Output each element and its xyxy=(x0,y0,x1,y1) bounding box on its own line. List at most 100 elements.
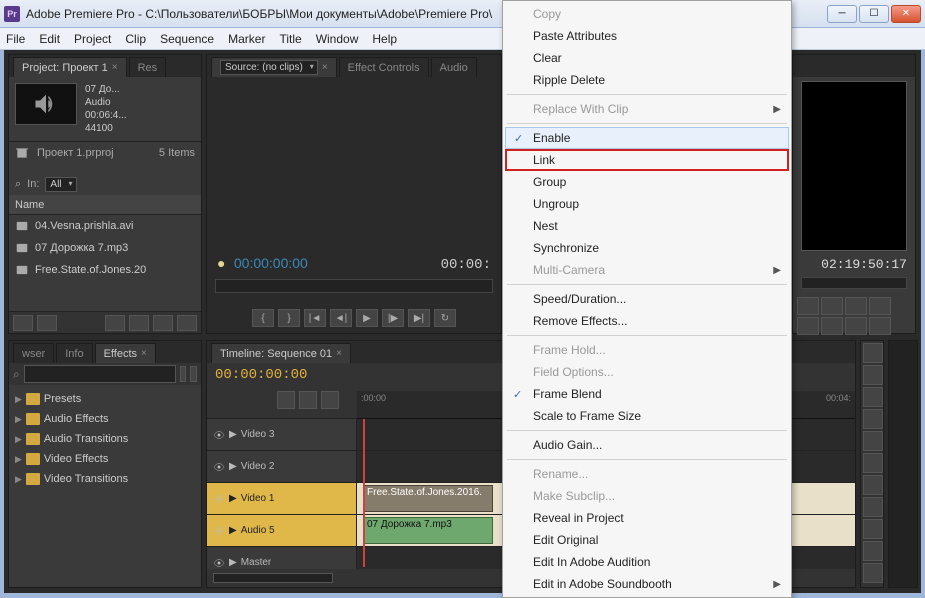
ctx-clear[interactable]: Clear xyxy=(505,47,789,69)
ctx-link[interactable]: Link xyxy=(505,149,789,171)
step-fwd-button[interactable]: |▶ xyxy=(382,309,404,327)
slip-tool[interactable] xyxy=(863,475,883,495)
find-button[interactable] xyxy=(105,315,125,331)
tab-info[interactable]: Info xyxy=(56,343,92,363)
menu-clip[interactable]: Clip xyxy=(125,32,146,46)
prog-btn[interactable] xyxy=(797,317,819,335)
close-button[interactable]: ✕ xyxy=(891,5,921,23)
track-header[interactable]: ▶Audio 5 xyxy=(207,515,357,546)
tab-project[interactable]: Project: Проект 1× xyxy=(13,57,127,77)
zoom-slider[interactable] xyxy=(213,573,333,583)
name-column-header[interactable]: Name xyxy=(9,195,201,215)
ctx-remove-effects-[interactable]: Remove Effects... xyxy=(505,310,789,332)
snap-button[interactable] xyxy=(277,391,295,409)
ctx-audio-gain-[interactable]: Audio Gain... xyxy=(505,434,789,456)
prog-btn[interactable] xyxy=(821,297,843,315)
minimize-button[interactable]: ─ xyxy=(827,5,857,23)
tab-timeline[interactable]: Timeline: Sequence 01× xyxy=(211,343,351,363)
tl-option-button[interactable] xyxy=(321,391,339,409)
ctx-paste-attributes[interactable]: Paste Attributes xyxy=(505,25,789,47)
prog-btn[interactable] xyxy=(869,297,891,315)
prog-btn[interactable] xyxy=(845,317,867,335)
close-icon[interactable]: × xyxy=(141,348,147,359)
ripple-tool[interactable] xyxy=(863,387,883,407)
menu-marker[interactable]: Marker xyxy=(228,32,265,46)
bin-item[interactable]: Free.State.of.Jones.20 xyxy=(9,259,201,281)
close-icon[interactable]: × xyxy=(322,62,328,73)
tab-effect-controls[interactable]: Effect Controls xyxy=(339,57,429,77)
rate-tool[interactable] xyxy=(863,431,883,451)
trash-button[interactable] xyxy=(177,315,197,331)
selection-tool[interactable] xyxy=(863,343,883,363)
goto-in-button[interactable]: |◄ xyxy=(304,309,326,327)
goto-out-button[interactable]: ▶| xyxy=(408,309,430,327)
fx-filter-button[interactable] xyxy=(180,366,187,382)
in-filter-select[interactable]: All xyxy=(45,177,76,192)
new-item-button[interactable] xyxy=(153,315,173,331)
effects-folder[interactable]: ▶Video Transitions xyxy=(11,469,199,489)
loop-button[interactable]: ↻ xyxy=(434,309,456,327)
track-header[interactable]: ▶Video 1 xyxy=(207,483,357,514)
timeline-timecode[interactable]: 00:00:00:00 xyxy=(215,367,307,383)
track-header[interactable]: ▶Video 2 xyxy=(207,451,357,482)
step-back-button[interactable]: ◄| xyxy=(330,309,352,327)
ctx-enable[interactable]: ✓Enable xyxy=(505,127,789,149)
ctx-nest[interactable]: Nest xyxy=(505,215,789,237)
razor-tool[interactable] xyxy=(863,453,883,473)
ctx-group[interactable]: Group xyxy=(505,171,789,193)
tab-resource[interactable]: Res xyxy=(129,57,167,77)
program-scrubber[interactable] xyxy=(801,277,907,289)
hand-tool[interactable] xyxy=(863,541,883,561)
maximize-button[interactable]: ☐ xyxy=(859,5,889,23)
rolling-tool[interactable] xyxy=(863,409,883,429)
tab-source[interactable]: Source: (no clips) × xyxy=(211,57,337,77)
effects-folder[interactable]: ▶Presets xyxy=(11,389,199,409)
ctx-reveal-in-project[interactable]: Reveal in Project xyxy=(505,507,789,529)
ctx-edit-in-adobe-soundbooth[interactable]: Edit in Adobe Soundbooth▶ xyxy=(505,573,789,595)
ctx-speed-duration-[interactable]: Speed/Duration... xyxy=(505,288,789,310)
bin-item[interactable]: 07 Дорожка 7.mp3 xyxy=(9,237,201,259)
ctx-scale-to-frame-size[interactable]: Scale to Frame Size xyxy=(505,405,789,427)
ctx-edit-original[interactable]: Edit Original xyxy=(505,529,789,551)
fx-filter-button[interactable] xyxy=(190,366,197,382)
ctx-ripple-delete[interactable]: Ripple Delete xyxy=(505,69,789,91)
timeline-clip[interactable]: Free.State.of.Jones.2016. xyxy=(363,485,493,512)
ctx-ungroup[interactable]: Ungroup xyxy=(505,193,789,215)
close-icon[interactable]: × xyxy=(112,62,118,73)
ctx-edit-in-adobe-audition[interactable]: Edit In Adobe Audition xyxy=(505,551,789,573)
marker-button[interactable] xyxy=(299,391,317,409)
ctx-synchronize[interactable]: Synchronize xyxy=(505,237,789,259)
menu-help[interactable]: Help xyxy=(372,32,397,46)
zoom-tool[interactable] xyxy=(863,563,883,583)
prog-btn[interactable] xyxy=(869,317,891,335)
effects-search-input[interactable] xyxy=(24,365,176,383)
playhead[interactable] xyxy=(363,419,365,567)
tab-wser[interactable]: wser xyxy=(13,343,54,363)
menu-sequence[interactable]: Sequence xyxy=(160,32,214,46)
list-view-button[interactable] xyxy=(13,315,33,331)
tab-source-label[interactable]: Source: (no clips) xyxy=(220,60,318,75)
new-bin-button[interactable] xyxy=(129,315,149,331)
menu-window[interactable]: Window xyxy=(316,32,359,46)
mark-in-button[interactable]: { xyxy=(252,309,274,327)
prog-btn[interactable] xyxy=(845,297,867,315)
play-button[interactable]: ▶ xyxy=(356,309,378,327)
mark-out-button[interactable]: } xyxy=(278,309,300,327)
effects-folder[interactable]: ▶Audio Effects xyxy=(11,409,199,429)
source-scrubber[interactable] xyxy=(215,279,493,293)
track-header[interactable]: ▶Video 3 xyxy=(207,419,357,450)
menu-title[interactable]: Title xyxy=(279,32,301,46)
bin-item[interactable]: 04.Vesna.prishla.avi xyxy=(9,215,201,237)
close-icon[interactable]: × xyxy=(336,348,342,359)
menu-edit[interactable]: Edit xyxy=(39,32,60,46)
tab-audio-mixer[interactable]: Audio xyxy=(431,57,477,77)
icon-view-button[interactable] xyxy=(37,315,57,331)
track-select-tool[interactable] xyxy=(863,365,883,385)
slide-tool[interactable] xyxy=(863,497,883,517)
effects-folder[interactable]: ▶Audio Transitions xyxy=(11,429,199,449)
menu-project[interactable]: Project xyxy=(74,32,111,46)
ctx-frame-blend[interactable]: ✓Frame Blend xyxy=(505,383,789,405)
timeline-clip[interactable]: 07 Дорожка 7.mp3 xyxy=(363,517,493,544)
pen-tool[interactable] xyxy=(863,519,883,539)
prog-btn[interactable] xyxy=(821,317,843,335)
